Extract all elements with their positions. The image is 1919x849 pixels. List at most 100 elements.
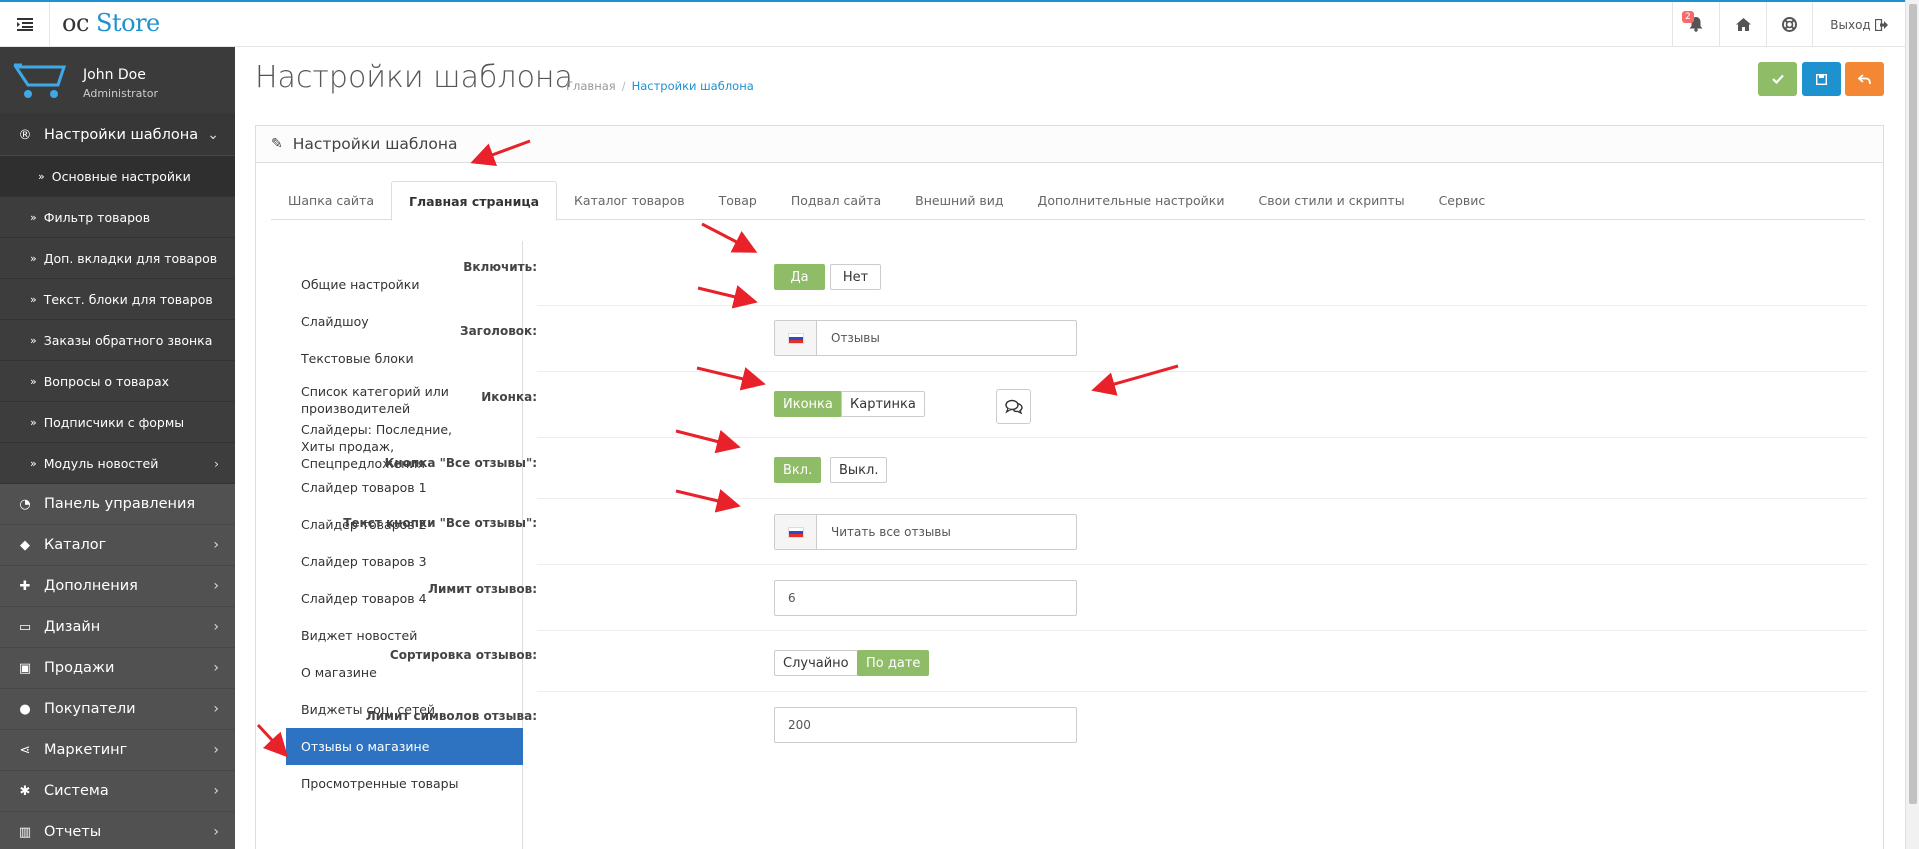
row-enable-controls: Включить: Да Нет: [463, 240, 1867, 306]
sidebar-sub-product-filter[interactable]: » Фильтр товаров: [0, 197, 235, 238]
icon-type-icon-toggle[interactable]: Иконка: [774, 391, 842, 417]
sidebar-sub-main-settings[interactable]: » Основные настройки: [0, 156, 235, 197]
subnav-slider-3[interactable]: Слайдер товаров 3: [286, 543, 523, 580]
lifebuoy-icon: [1782, 17, 1797, 32]
desktop-icon: ▭: [18, 619, 32, 635]
sidebar-sub-label: Основные настройки: [51, 168, 191, 184]
icon-picker-button[interactable]: [996, 389, 1031, 424]
all-reviews-button-label: Кнопка "Все отзывы":: [384, 456, 537, 470]
support-button[interactable]: [1766, 2, 1812, 47]
subnav-text-blocks[interactable]: Текстовые блоки: [286, 340, 523, 377]
hamburger-indent-icon: [16, 18, 33, 31]
sidebar-item-label: Дизайн: [44, 619, 101, 635]
save-button[interactable]: [1802, 62, 1841, 96]
all-reviews-text-input[interactable]: Читать все отзывы: [774, 514, 1077, 550]
chevron-right-icon: ›: [213, 537, 219, 553]
all-reviews-on-toggle[interactable]: Вкл.: [774, 457, 822, 483]
tab-header[interactable]: Шапка сайта: [271, 181, 391, 220]
sidebar-sub-extra-tabs[interactable]: » Доп. вкладки для товаров: [0, 238, 235, 279]
reply-icon: [1858, 73, 1871, 84]
share-icon: ⋖: [19, 742, 31, 758]
sign-out-icon: [1874, 18, 1888, 31]
sort-date-toggle[interactable]: По дате: [857, 650, 930, 676]
tab-catalog[interactable]: Каталог товаров: [557, 181, 702, 220]
ru-flag-addon: [775, 321, 817, 355]
row-review-limit: Лимит отзывов: 6: [428, 565, 1867, 631]
sidebar-sub-label: Доп. вкладки для товаров: [43, 250, 218, 266]
sidebar-sub-news-module[interactable]: » Модуль новостей ›: [0, 443, 235, 484]
row-review-sort: Сортировка отзывов: Случайно По дате: [390, 631, 1867, 692]
heading-input-value: Отзывы: [831, 331, 880, 345]
row-char-limit: Лимит символов отзыва: 200: [366, 692, 1867, 758]
sidebar-item-system[interactable]: ✱ Система ›: [0, 771, 235, 812]
tab-appearance[interactable]: Внешний вид: [898, 181, 1020, 220]
sidebar-sub-label: Текст. блоки для товаров: [43, 291, 213, 307]
scrollbar-thumb[interactable]: [1909, 4, 1917, 804]
sidebar-item-catalog[interactable]: ◆ Каталог ›: [0, 525, 235, 566]
sidebar-item-extensions[interactable]: ✚ Дополнения ›: [0, 566, 235, 607]
save-stay-button[interactable]: [1758, 62, 1797, 96]
user-name: John Doe: [83, 67, 146, 83]
subnav-viewed-products[interactable]: Просмотренные товары: [286, 765, 523, 802]
notifications-button[interactable]: 2: [1672, 2, 1719, 47]
sidebar-item-reports[interactable]: ▥ Отчеты ›: [0, 812, 235, 849]
tab-product[interactable]: Товар: [702, 181, 774, 220]
double-chevron-icon: »: [30, 374, 37, 388]
row-heading: Заголовок: Отзывы: [460, 306, 1867, 372]
sidebar-item-marketing[interactable]: ⋖ Маркетинг ›: [0, 730, 235, 771]
sidebar-item-sales[interactable]: ▣ Продажи ›: [0, 648, 235, 689]
tab-homepage[interactable]: Главная страница: [390, 181, 558, 221]
chevron-right-icon: ›: [213, 660, 219, 676]
chevron-right-icon: ›: [213, 783, 219, 799]
subnav-slider-1[interactable]: Слайдер товаров 1: [286, 469, 523, 506]
ocstore-logo[interactable]: oc Store: [62, 9, 160, 37]
double-chevron-icon: »: [30, 333, 37, 347]
review-limit-input[interactable]: 6: [774, 580, 1077, 616]
sort-random-toggle[interactable]: Случайно: [774, 650, 858, 676]
heading-input[interactable]: Отзывы: [774, 320, 1077, 356]
sidebar-sub-label: Фильтр товаров: [43, 209, 151, 225]
icon-label: Иконка:: [481, 390, 537, 404]
tab-custom-styles[interactable]: Свои стили и скрипты: [1241, 181, 1421, 220]
all-reviews-off-toggle[interactable]: Выкл.: [830, 457, 888, 483]
chevron-right-icon: ›: [214, 455, 219, 471]
page-scrollbar[interactable]: [1905, 0, 1919, 849]
sidebar-sub-text-blocks[interactable]: » Текст. блоки для товаров: [0, 279, 235, 320]
tab-footer[interactable]: Подвал сайта: [774, 181, 898, 220]
sidebar: John Doe Administrator ® Настройки шабло…: [0, 47, 235, 849]
sidebar-sub-callback-orders[interactable]: » Заказы обратного звонка: [0, 320, 235, 361]
sidebar-sub-label: Вопросы о товарах: [43, 373, 169, 389]
pencil-icon: ✎: [271, 136, 283, 152]
breadcrumb-home[interactable]: Главная: [566, 79, 616, 93]
sidebar-item-dashboard[interactable]: ◔ Панель управления: [0, 484, 235, 525]
sidebar-item-label: Маркетинг: [44, 742, 128, 758]
sidebar-item-customers[interactable]: ● Покупатели ›: [0, 689, 235, 730]
sidebar-item-template-settings[interactable]: ® Настройки шаблона ⌄: [0, 115, 235, 156]
enable-no-toggle-btn[interactable]: Нет: [830, 264, 881, 290]
menu-toggle-button[interactable]: [0, 2, 50, 47]
sidebar-sub-product-questions[interactable]: » Вопросы о товарах: [0, 361, 235, 402]
subnav-store-reviews[interactable]: Отзывы о магазине: [286, 728, 523, 765]
sidebar-sub-form-subscribers[interactable]: » Подписчики с формы: [0, 402, 235, 443]
char-limit-input[interactable]: 200: [774, 707, 1077, 743]
tags-icon: ◆: [20, 537, 30, 553]
sidebar-item-design[interactable]: ▭ Дизайн ›: [0, 607, 235, 648]
chevron-down-icon: ⌄: [207, 127, 219, 143]
sidebar-item-label: Дополнения: [44, 578, 138, 594]
top-header: oc Store 2 Выход: [0, 0, 1905, 47]
back-button[interactable]: [1845, 62, 1884, 96]
home-button[interactable]: [1719, 2, 1766, 47]
enable-label-text: Включить:: [463, 260, 537, 274]
logout-button[interactable]: Выход: [1812, 2, 1905, 47]
enable-yes-toggle-btn[interactable]: Да: [774, 264, 825, 290]
tab-additional[interactable]: Дополнительные настройки: [1021, 181, 1242, 220]
icon-type-image-toggle[interactable]: Картинка: [841, 391, 925, 417]
sidebar-item-label: Отчеты: [44, 824, 102, 840]
sidebar-item-label: Каталог: [44, 537, 107, 553]
user-profile[interactable]: John Doe Administrator: [0, 47, 235, 115]
opencart-avatar-icon: [13, 63, 67, 98]
breadcrumb-current[interactable]: Настройки шаблона: [632, 79, 754, 93]
logout-label: Выход: [1830, 17, 1871, 32]
dashboard-icon: ◔: [19, 496, 31, 512]
tab-service[interactable]: Сервис: [1422, 181, 1503, 220]
